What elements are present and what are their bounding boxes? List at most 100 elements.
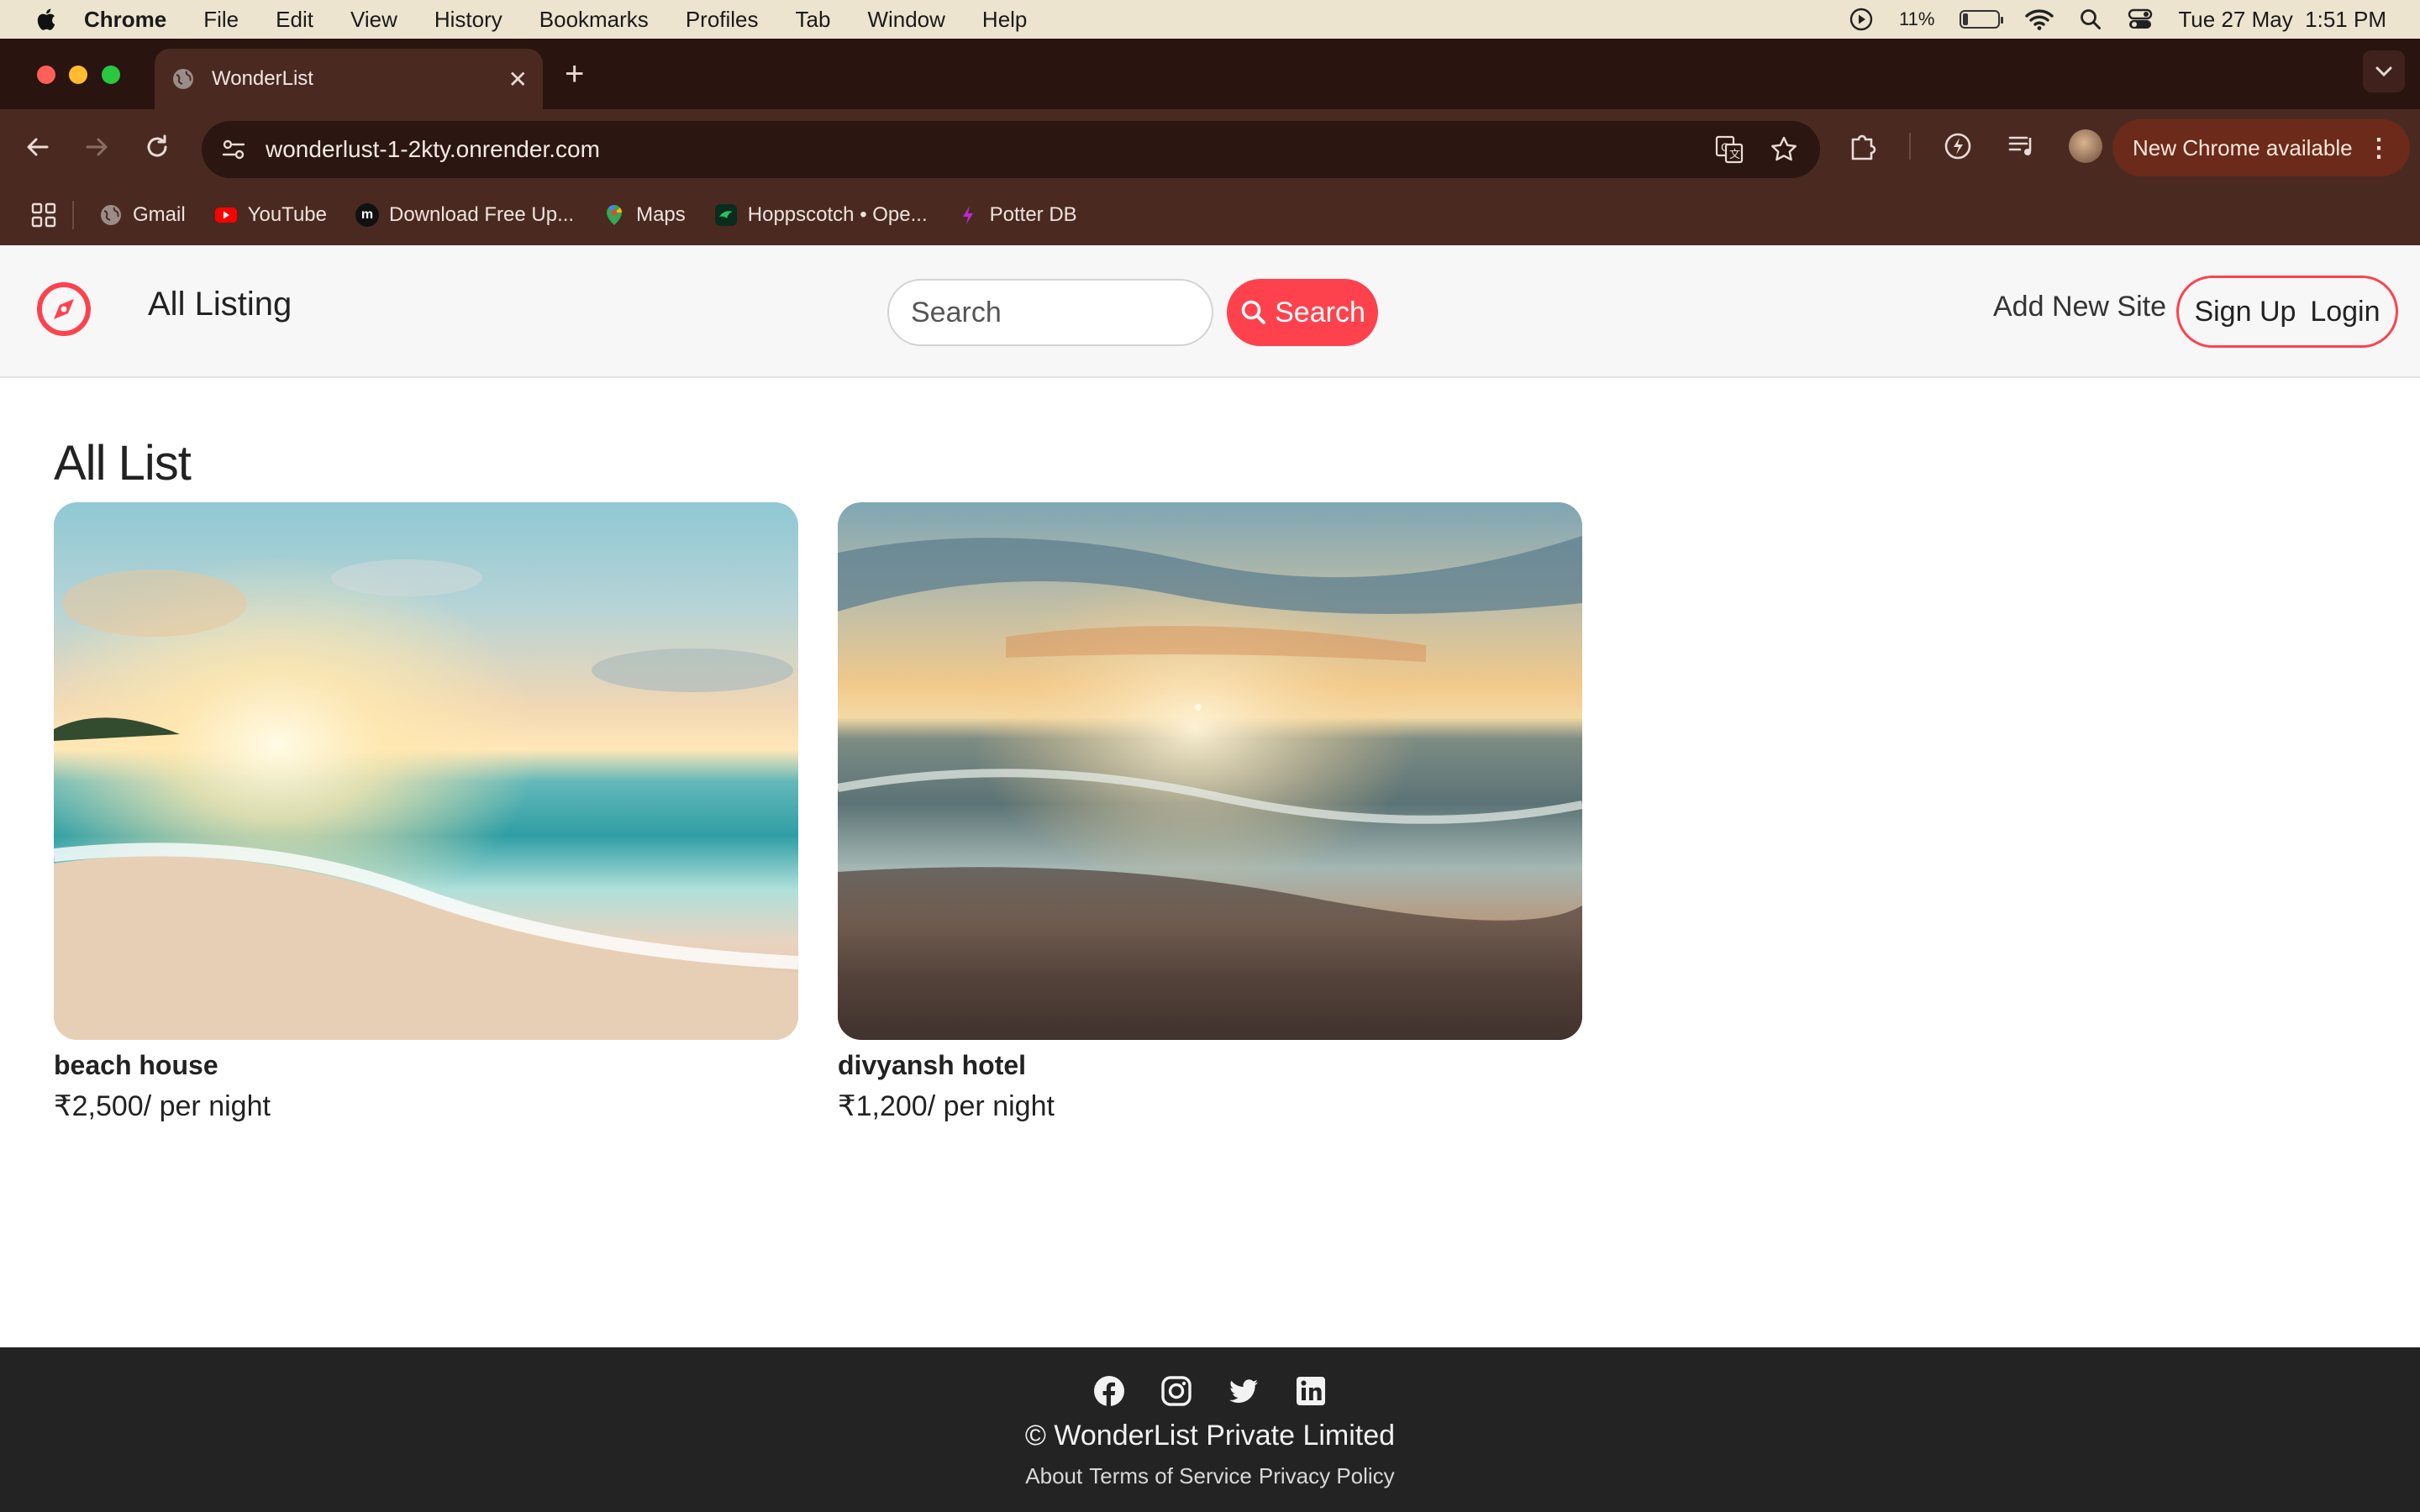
menu-app-name[interactable]: Chrome bbox=[84, 7, 166, 33]
footer-link-terms[interactable]: Terms of Service bbox=[1089, 1463, 1252, 1489]
globe-icon bbox=[173, 69, 193, 89]
tab-title: WonderList bbox=[212, 67, 313, 90]
bookmark-star-icon[interactable] bbox=[1770, 135, 1798, 164]
bookmark-label: Potter DB bbox=[989, 203, 1077, 226]
page-title: All List bbox=[54, 436, 192, 491]
forward-arrow-icon[interactable] bbox=[81, 131, 113, 163]
search-button-label: Search bbox=[1275, 296, 1365, 328]
battery-icon[interactable] bbox=[1960, 10, 2004, 29]
battery-percent: 11% bbox=[1898, 8, 1935, 29]
social-links bbox=[0, 1374, 2420, 1408]
apps-grid-icon[interactable] bbox=[30, 202, 57, 228]
bolt-icon bbox=[962, 206, 973, 224]
performance-icon[interactable] bbox=[1941, 129, 1975, 163]
bookmark-download[interactable]: m Download Free Up... bbox=[355, 203, 574, 227]
translate-icon[interactable]: G 文 bbox=[1714, 134, 1744, 165]
listing-card[interactable]: beach house ₹2,500/ per night bbox=[54, 502, 798, 1123]
control-center-icon[interactable] bbox=[2128, 8, 2153, 31]
listing-title[interactable]: divyansh hotel bbox=[838, 1050, 1582, 1081]
facebook-icon[interactable] bbox=[1092, 1374, 1126, 1408]
search-button[interactable]: Search bbox=[1227, 279, 1378, 346]
wifi-icon[interactable] bbox=[2025, 8, 2054, 31]
chevron-down-icon bbox=[2375, 66, 2392, 77]
url-text[interactable]: wonderlust-1-2kty.onrender.com bbox=[266, 136, 600, 163]
bookmark-maps[interactable]: Maps bbox=[602, 203, 686, 227]
new-tab-button[interactable]: + bbox=[565, 55, 584, 93]
macos-menu-bar: Chrome File Edit View History Bookmarks … bbox=[0, 0, 2420, 39]
kebab-menu-icon[interactable]: ⋮ bbox=[2366, 134, 2391, 163]
window-minimize-button[interactable] bbox=[69, 66, 87, 84]
extensions-icon[interactable] bbox=[1845, 129, 1879, 163]
beach-sunset-image bbox=[54, 502, 798, 1040]
menu-file[interactable]: File bbox=[203, 7, 239, 33]
hoppscotch-icon bbox=[714, 204, 737, 226]
login-link[interactable]: Login bbox=[2310, 296, 2380, 328]
compass-logo-icon[interactable] bbox=[35, 281, 92, 338]
listing-card[interactable]: divyansh hotel ₹1,200/ per night bbox=[838, 502, 1582, 1123]
tab-search-button[interactable] bbox=[2363, 50, 2405, 92]
bookmarks-bar: Gmail YouTube m Download Free Up... Maps… bbox=[0, 185, 2420, 245]
linkedin-icon[interactable] bbox=[1294, 1374, 1328, 1408]
maps-icon bbox=[607, 205, 623, 225]
menubar-datetime[interactable]: Tue 27 May 1:51 PM bbox=[2178, 7, 2386, 33]
browser-tab-strip: WonderList ✕ + bbox=[0, 39, 2420, 109]
footer-link-about[interactable]: About bbox=[1025, 1463, 1082, 1489]
reload-icon[interactable] bbox=[141, 131, 173, 163]
footer-copyright: © WonderList Private Limited bbox=[1024, 1420, 1396, 1452]
media-controls-icon[interactable] bbox=[2005, 129, 2039, 163]
play-icon[interactable] bbox=[1849, 7, 1874, 32]
new-chrome-available-button[interactable]: New Chrome available ⋮ bbox=[2112, 119, 2410, 176]
profile-avatar[interactable] bbox=[2069, 129, 2102, 163]
site-navbar: All Listing Search Add New Site Sign Up … bbox=[0, 245, 2420, 378]
listing-title[interactable]: beach house bbox=[54, 1050, 798, 1081]
window-close-button[interactable] bbox=[37, 66, 55, 84]
menu-bookmarks[interactable]: Bookmarks bbox=[539, 7, 649, 33]
back-arrow-icon[interactable] bbox=[22, 131, 54, 163]
site-info-icon[interactable] bbox=[220, 136, 247, 163]
twitter-icon[interactable] bbox=[1227, 1374, 1260, 1408]
footer-links: About Terms of Service Privacy Policy bbox=[0, 1463, 2420, 1489]
listing-image[interactable] bbox=[838, 502, 1582, 1040]
site-footer: © WonderList Private Limited About Terms… bbox=[0, 1347, 2420, 1512]
menu-profiles[interactable]: Profiles bbox=[686, 7, 759, 33]
search-icon bbox=[1241, 300, 1266, 324]
menubar-status-area: 11% Tue 27 May 1:51 PM bbox=[1849, 0, 2386, 39]
ocean-sunset-image bbox=[838, 502, 1582, 1040]
menu-help[interactable]: Help bbox=[982, 7, 1027, 33]
bookmark-label: Hoppscotch • Ope... bbox=[747, 203, 928, 226]
listing-image[interactable] bbox=[54, 502, 798, 1040]
bookmark-label: Download Free Up... bbox=[388, 203, 575, 226]
window-zoom-button[interactable] bbox=[102, 66, 120, 84]
bookmark-potter-db[interactable]: Potter DB bbox=[956, 203, 1077, 227]
m-icon: m bbox=[355, 203, 379, 227]
menu-edit[interactable]: Edit bbox=[276, 7, 313, 33]
bookmark-hoppscotch[interactable]: Hoppscotch • Ope... bbox=[714, 203, 928, 227]
search-input[interactable] bbox=[887, 279, 1213, 346]
tab-close-icon[interactable]: ✕ bbox=[508, 66, 528, 93]
instagram-icon[interactable] bbox=[1160, 1374, 1193, 1408]
nav-all-listing-link[interactable]: All Listing bbox=[148, 286, 292, 323]
signup-link[interactable]: Sign Up bbox=[2194, 296, 2296, 328]
browser-tab-active[interactable]: WonderList ✕ bbox=[155, 49, 543, 109]
svg-text:文: 文 bbox=[1729, 148, 1740, 160]
footer-link-privacy[interactable]: Privacy Policy bbox=[1259, 1463, 1395, 1489]
bookmark-gmail[interactable]: Gmail bbox=[99, 203, 186, 227]
menu-tab[interactable]: Tab bbox=[796, 7, 831, 33]
add-new-site-link[interactable]: Add New Site bbox=[1993, 291, 2166, 323]
bookmark-label: YouTube bbox=[247, 203, 327, 226]
new-chrome-label: New Chrome available bbox=[2133, 134, 2353, 160]
listing-price: ₹2,500/ per night bbox=[54, 1090, 271, 1122]
toolbar-extension-area bbox=[1845, 129, 2102, 163]
menu-view[interactable]: View bbox=[350, 7, 397, 33]
menu-history[interactable]: History bbox=[434, 7, 502, 33]
globe-icon bbox=[101, 205, 121, 225]
bookmark-label: Maps bbox=[636, 203, 686, 226]
spotlight-search-icon[interactable] bbox=[2079, 8, 2102, 31]
bookmark-label: Gmail bbox=[133, 203, 186, 226]
youtube-icon bbox=[214, 207, 237, 223]
address-bar[interactable]: wonderlust-1-2kty.onrender.com G 文 bbox=[202, 121, 1820, 178]
apple-icon[interactable] bbox=[34, 7, 57, 32]
bookmark-youtube[interactable]: YouTube bbox=[214, 203, 327, 227]
menu-window[interactable]: Window bbox=[867, 7, 944, 33]
browser-toolbar: wonderlust-1-2kty.onrender.com G 文 bbox=[0, 109, 2420, 185]
